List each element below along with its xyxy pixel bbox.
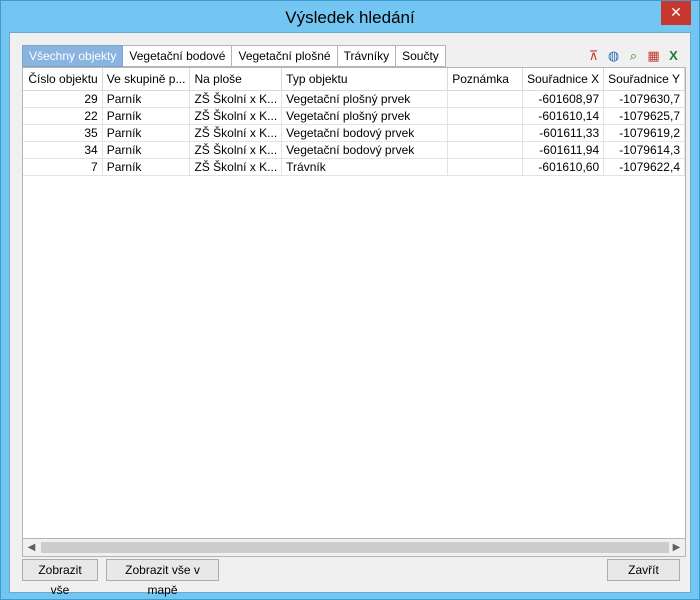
col-header-object-number[interactable]: Číslo objektu	[23, 68, 103, 91]
results-grid[interactable]: Číslo objektu Ve skupině p... Na ploše T…	[22, 67, 686, 539]
cell-object-type: Vegetační bodový prvek	[281, 124, 449, 142]
tab-all-objects[interactable]: Všechny objekty	[22, 45, 124, 67]
cell-object-number: 22	[23, 107, 103, 125]
cell-object-number: 29	[23, 90, 103, 108]
cell-object-type: Trávník	[281, 158, 449, 176]
cell-object-type: Vegetační bodový prvek	[281, 141, 449, 159]
results-toolbar: ⊼ ◍ ⌕ ▦ X	[585, 47, 682, 64]
cell-coord-y: -1079619,2	[603, 124, 685, 142]
col-header-note[interactable]: Poznámka	[447, 68, 524, 91]
table-grid-icon[interactable]: ▦	[645, 47, 662, 64]
scroll-right-icon[interactable]: ▶	[668, 539, 685, 556]
cell-coord-x: -601611,94	[522, 141, 605, 159]
cell-object-number: 7	[23, 158, 103, 176]
cell-group: Parník	[102, 124, 191, 142]
table-row[interactable]: 34 Parník ZŠ Školní x K... Vegetační bod…	[23, 141, 685, 159]
tab-totals[interactable]: Součty	[396, 45, 446, 67]
scrollbar-thumb[interactable]	[41, 542, 669, 553]
table-header-row: Číslo objektu Ve skupině p... Na ploše T…	[23, 68, 685, 91]
cell-coord-x: -601610,60	[522, 158, 605, 176]
col-header-coord-y[interactable]: Souřadnice Y	[603, 68, 685, 91]
cell-coord-y: -1079622,4	[603, 158, 685, 176]
cell-group: Parník	[102, 107, 191, 125]
cell-coord-x: -601608,97	[522, 90, 605, 108]
col-header-coord-x[interactable]: Souřadnice X	[522, 68, 605, 91]
cell-note	[447, 90, 524, 108]
col-header-object-type[interactable]: Typ objektu	[281, 68, 449, 91]
cell-area: ZŠ Školní x K...	[189, 90, 283, 108]
cell-group: Parník	[102, 90, 191, 108]
cell-area: ZŠ Školní x K...	[189, 107, 283, 125]
table-row[interactable]: 7 Parník ZŠ Školní x K... Trávník -60161…	[23, 158, 685, 176]
window-close-button[interactable]: ✕	[661, 1, 691, 25]
cell-coord-x: -601611,33	[522, 124, 605, 142]
cell-area: ZŠ Školní x K...	[189, 141, 283, 159]
filter-icon[interactable]: ⊼	[585, 47, 602, 64]
close-button[interactable]: Zavřít	[607, 559, 680, 581]
results-table: Číslo objektu Ve skupině p... Na ploše T…	[23, 68, 685, 176]
cell-coord-x: -601610,14	[522, 107, 605, 125]
cell-group: Parník	[102, 141, 191, 159]
table-row[interactable]: 35 Parník ZŠ Školní x K... Vegetační bod…	[23, 124, 685, 142]
col-header-area[interactable]: Na ploše	[189, 68, 283, 91]
globe-search-icon[interactable]: ◍	[605, 47, 622, 64]
cell-note	[447, 124, 524, 142]
cell-object-number: 34	[23, 141, 103, 159]
cell-object-type: Vegetační plošný prvek	[281, 90, 449, 108]
zoom-map-icon[interactable]: ⌕	[625, 47, 642, 64]
dialog-body: Všechny objekty Vegetační bodové Vegetač…	[9, 32, 691, 597]
cell-coord-y: -1079614,3	[603, 141, 685, 159]
scroll-left-icon[interactable]: ◀	[23, 539, 40, 556]
table-row[interactable]: 29 Parník ZŠ Školní x K... Vegetační plo…	[23, 90, 685, 108]
horizontal-scrollbar[interactable]: ◀ ▶	[22, 539, 686, 557]
cell-object-type: Vegetační plošný prvek	[281, 107, 449, 125]
tab-vegetation-areas[interactable]: Vegetační plošné	[232, 45, 338, 67]
search-results-window: Výsledek hledání ✕ Všechny objekty Veget…	[0, 0, 700, 600]
cell-note	[447, 158, 524, 176]
window-title: Výsledek hledání	[285, 8, 415, 27]
cell-group: Parník	[102, 158, 191, 176]
show-all-button[interactable]: Zobrazit vše	[22, 559, 98, 597]
table-row[interactable]: 22 Parník ZŠ Školní x K... Vegetační plo…	[23, 107, 685, 125]
excel-export-icon[interactable]: X	[665, 47, 682, 64]
cell-area: ZŠ Školní x K...	[189, 158, 283, 176]
cell-area: ZŠ Školní x K...	[189, 124, 283, 142]
col-header-group[interactable]: Ve skupině p...	[102, 68, 191, 91]
cell-coord-y: -1079630,7	[603, 90, 685, 108]
tab-lawns[interactable]: Trávníky	[337, 45, 397, 67]
cell-object-number: 35	[23, 124, 103, 142]
cell-note	[447, 107, 524, 125]
tab-strip: Všechny objekty Vegetační bodové Vegetač…	[22, 45, 446, 67]
cell-note	[447, 141, 524, 159]
tab-vegetation-points[interactable]: Vegetační bodové	[123, 45, 233, 67]
cell-coord-y: -1079625,7	[603, 107, 685, 125]
show-all-on-map-button[interactable]: Zobrazit vše v mapě	[106, 559, 219, 597]
